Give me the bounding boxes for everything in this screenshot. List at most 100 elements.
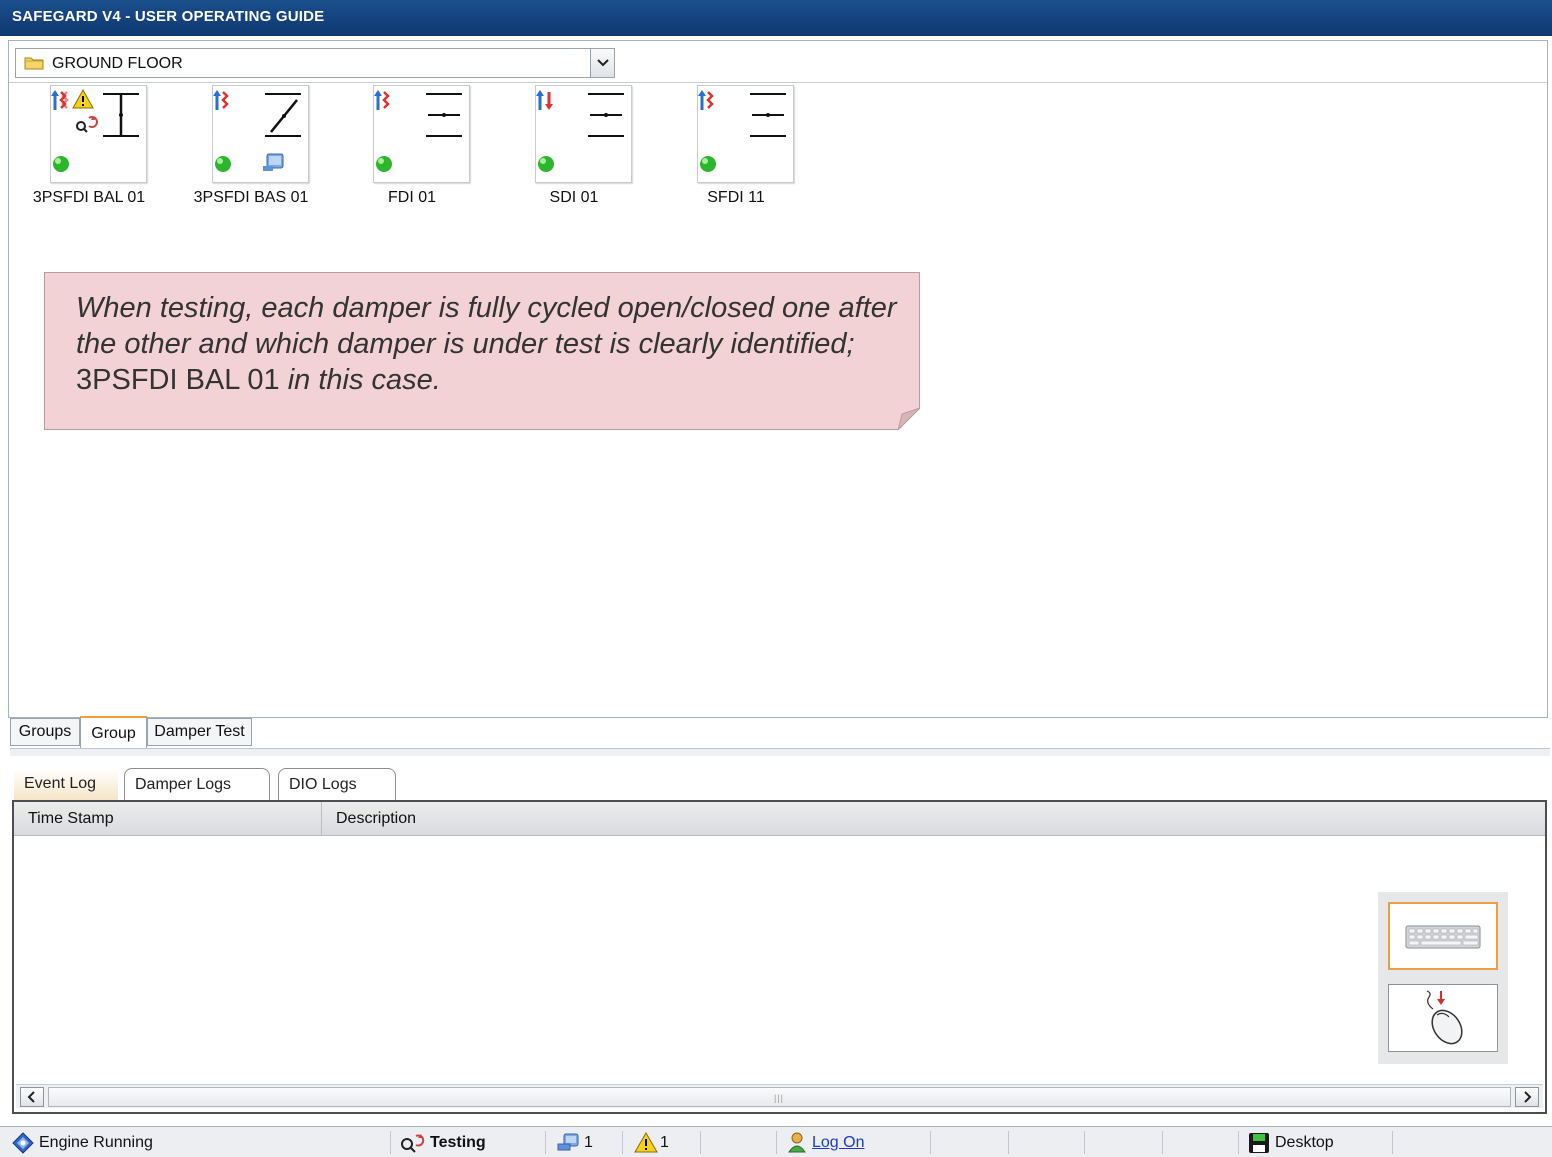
status-divider [1162, 1131, 1163, 1154]
app-window: SAFEGARD V4 - USER OPERATING GUIDE GROUN… [0, 0, 1552, 1157]
engine-status-text: Engine Running [39, 1134, 153, 1151]
airflow-icon [51, 90, 69, 110]
damper-tile[interactable] [212, 85, 309, 183]
status-divider [930, 1131, 931, 1154]
testing-icon [76, 116, 98, 133]
bas-icon [557, 1133, 579, 1151]
user-icon [788, 1132, 806, 1153]
warning-count-text: 1 [660, 1134, 669, 1151]
note-fold-icon [898, 408, 920, 430]
bas-icon [263, 153, 284, 171]
status-green-icon [538, 156, 554, 172]
column-description[interactable]: Description [322, 802, 1542, 836]
airflow-icon [698, 90, 714, 110]
damper-tile[interactable] [373, 85, 470, 183]
floor-label: GROUND FLOOR [52, 55, 183, 72]
window-title: SAFEGARD V4 - USER OPERATING GUIDE [0, 0, 1552, 36]
note-text-part1: When testing, each damper is fully cycle… [76, 292, 897, 360]
guide-note-text: When testing, each damper is fully cycle… [76, 290, 906, 398]
status-bar: Engine Running Testing 1 1 Log On Deskto… [0, 1126, 1552, 1157]
status-green-icon [53, 156, 69, 172]
scroll-thumb[interactable]: ||| [48, 1087, 1511, 1107]
testing-icon [401, 1134, 425, 1153]
logon-link-text[interactable]: Log On [812, 1127, 864, 1157]
damper-symbol-icon [698, 90, 786, 172]
keyboard-icon [1405, 925, 1481, 949]
status-green-icon [700, 156, 716, 172]
mouse-icon [1426, 990, 1463, 1045]
bas-count-text: 1 [584, 1134, 593, 1151]
warning-icon [72, 88, 94, 109]
damper-tile[interactable] [535, 85, 632, 183]
desktop-status-text: Desktop [1275, 1134, 1334, 1151]
bas-count[interactable]: 1 [556, 1127, 616, 1157]
note-damper-name: 3PSFDI BAL 01 [76, 364, 288, 396]
damper-tile[interactable] [697, 85, 794, 183]
tab-groups[interactable]: Groups [10, 718, 80, 746]
damper-item[interactable]: SFDI 11 [656, 85, 816, 215]
status-green-icon [376, 156, 392, 172]
engine-status: Engine Running [12, 1127, 372, 1157]
damper-list: 3PSFDI BAL 01 3PSFDI BAS 01 FDI 01 SDI 0… [9, 85, 1009, 215]
scroll-left-button[interactable] [20, 1087, 44, 1107]
tab-damper-test[interactable]: Damper Test [147, 718, 252, 746]
damper-symbol-icon [374, 90, 462, 172]
status-divider [776, 1131, 777, 1154]
input-tools [1378, 892, 1508, 1064]
status-green-icon [215, 156, 231, 172]
log-table-header: Time Stamp Description [14, 802, 1545, 836]
tab-dio-logs[interactable]: DIO Logs [278, 768, 396, 800]
mode-status-text: Testing [430, 1134, 486, 1151]
chevron-right-icon [1524, 1091, 1532, 1103]
warning-icon [634, 1132, 658, 1153]
status-divider [700, 1131, 701, 1154]
column-time-stamp[interactable]: Time Stamp [14, 802, 322, 836]
floor-bar: GROUND FLOOR [9, 41, 1547, 83]
engine-icon [12, 1132, 34, 1154]
event-log-panel: Time Stamp Description ||| [12, 800, 1547, 1114]
chevron-left-icon [27, 1091, 35, 1103]
tab-group[interactable]: Group [80, 716, 147, 748]
status-divider [1008, 1131, 1009, 1154]
status-divider [622, 1131, 623, 1154]
keyboard-button[interactable] [1388, 902, 1498, 970]
damper-symbol-icon [536, 90, 624, 172]
damper-item[interactable]: 3PSFDI BAS 01 [171, 85, 331, 215]
damper-symbol-icon [51, 88, 139, 172]
chevron-down-icon [597, 59, 609, 67]
damper-item[interactable]: 3PSFDI BAL 01 [9, 85, 169, 215]
folder-icon [24, 57, 44, 70]
damper-symbol-icon [213, 90, 301, 172]
airflow-icon [213, 90, 229, 110]
tab-event-log[interactable]: Event Log [14, 768, 118, 800]
desktop-status[interactable]: Desktop [1248, 1127, 1388, 1157]
guide-note: When testing, each damper is fully cycle… [44, 272, 920, 430]
status-divider [1392, 1131, 1393, 1154]
status-divider [390, 1131, 391, 1154]
tab-damper-logs[interactable]: Damper Logs [124, 768, 270, 800]
grip-icon: ||| [774, 1093, 785, 1103]
airflow-icon [536, 90, 553, 110]
floor-selector[interactable]: GROUND FLOOR [15, 48, 615, 78]
floor-dropdown-button[interactable] [590, 49, 614, 77]
status-divider [1238, 1131, 1239, 1154]
damper-item[interactable]: SDI 01 [494, 85, 654, 215]
damper-tile[interactable] [50, 85, 147, 183]
damper-name: SFDI 11 [707, 189, 765, 206]
airflow-icon [374, 90, 390, 110]
logon-link[interactable]: Log On [788, 1127, 908, 1157]
group-panel: GROUND FLOOR 3PSFDI BAL 01 3PSFDI BAS 01… [8, 40, 1548, 718]
damper-name: FDI 01 [387, 189, 436, 206]
mouse-button[interactable] [1388, 984, 1498, 1052]
warning-count[interactable]: 1 [634, 1127, 694, 1157]
damper-name: 3PSFDI BAS 01 [193, 189, 309, 206]
status-divider [1084, 1131, 1085, 1154]
damper-name: 3PSFDI BAL 01 [32, 189, 146, 206]
scroll-right-button[interactable] [1515, 1087, 1539, 1107]
horizontal-scrollbar[interactable]: ||| [16, 1084, 1543, 1108]
damper-item[interactable]: FDI 01 [332, 85, 492, 215]
mode-status: Testing [400, 1127, 540, 1157]
damper-name: SDI 01 [549, 189, 599, 206]
status-divider [545, 1131, 546, 1154]
panel-splitter[interactable] [10, 748, 1550, 756]
